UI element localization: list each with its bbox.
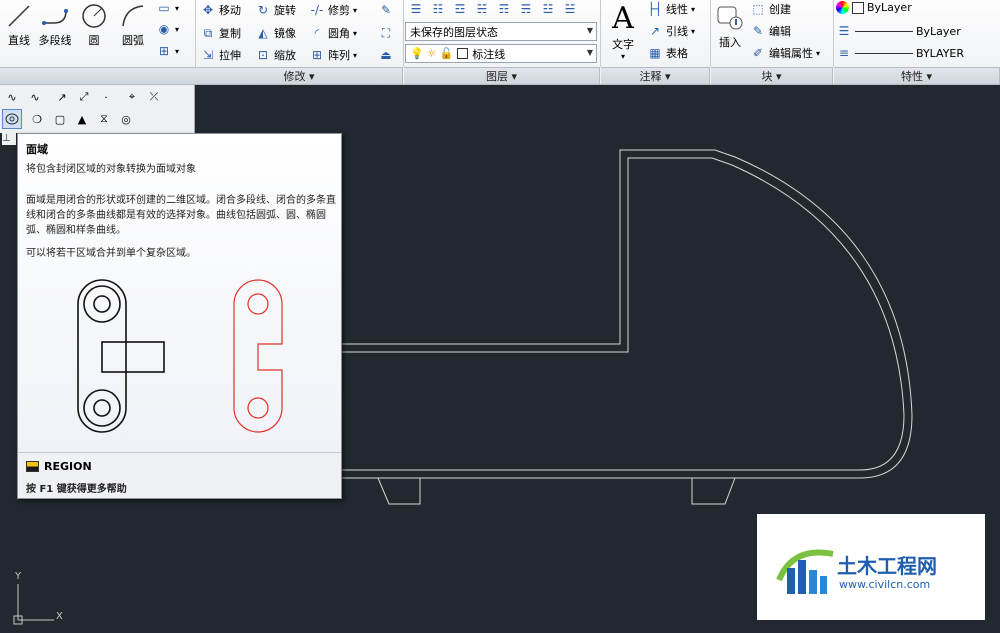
tooltip-illustration (77, 279, 283, 433)
right-foot (691, 477, 736, 505)
watermark-logo: 土木工程网 www.civilcn.com (757, 514, 985, 620)
outer-outline (340, 149, 913, 479)
region-shape (233, 279, 283, 433)
left-foot (377, 477, 421, 505)
ucs-y-label: Y (15, 571, 22, 582)
watermark-url: www.civilcn.com (839, 578, 931, 591)
ucs-x-label: X (56, 611, 63, 622)
region-tooltip: 面域 将包含封闭区域的对象转换为面域对象 面域是用闭合的形状或环创建的二维区域。… (17, 133, 342, 499)
watermark-name: 土木工程网 (837, 554, 937, 578)
tooltip-title: 面域 (26, 143, 48, 156)
inner-outline (340, 157, 905, 471)
watermark-emblem (776, 549, 834, 594)
tooltip-note: 可以将若干区域合并到单个复杂区域。 (26, 248, 196, 259)
tooltip-footer: REGION 按 F1 键获得更多帮助 (18, 452, 341, 498)
tooltip-command: REGION (26, 460, 92, 473)
before-shape (77, 279, 165, 433)
autocad-icon (26, 461, 39, 472)
tooltip-summary: 将包含封闭区域的对象转换为面域对象 (26, 164, 196, 175)
tooltip-help: 按 F1 键获得更多帮助 (26, 484, 127, 495)
tooltip-description: 面域是用闭合的形状或环创建的二维区域。闭合多段线、闭合的多条直线和闭合的多条曲线… (26, 195, 336, 236)
